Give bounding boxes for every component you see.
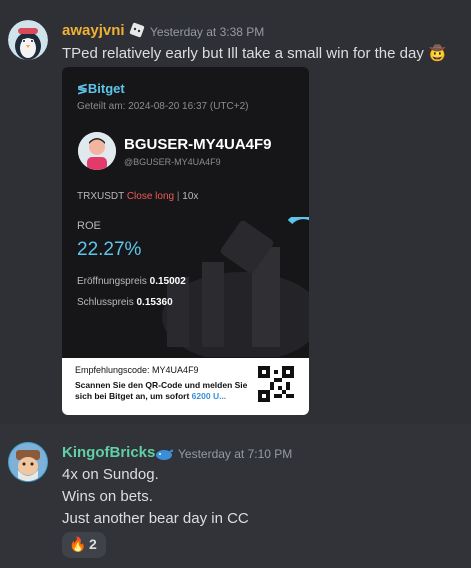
dice-icon xyxy=(129,22,145,38)
pair: TRXUSDT xyxy=(77,191,125,202)
message-line-1: 4x on Sundog. xyxy=(62,466,159,483)
avatar-kingofbricks[interactable] xyxy=(8,442,48,482)
close-price-row: Schlusspreis 0.15360 xyxy=(77,297,173,308)
referral-cta: Scannen Sie den QR-Code und melden Sie s… xyxy=(75,380,255,402)
user-avatar xyxy=(78,132,116,170)
open-price-value: 0.15002 xyxy=(149,276,186,287)
roe-value: 22.27% xyxy=(77,239,142,260)
shared-date: Geteilt am: 2024-08-20 16:37 (UTC+2) xyxy=(77,101,249,112)
brand-logo: ≶Bitget xyxy=(77,81,125,97)
message-text: TPed relatively early but Ill take a sma… xyxy=(62,44,447,62)
timestamp-2: Yesterday at 7:10 PM xyxy=(178,447,293,461)
whale-icon xyxy=(154,444,174,462)
card-username: BGUSER-MY4UA4F9 xyxy=(124,136,272,153)
cta-highlight: 6200 U... xyxy=(191,391,227,401)
open-price-row: Eröffnungspreis 0.15002 xyxy=(77,276,186,287)
image-attachment[interactable]: ≶Bitget Geteilt am: 2024-08-20 16:37 (UT… xyxy=(62,67,309,415)
author-name[interactable]: awayjvni xyxy=(62,22,125,39)
bitget-logo-icon: ≶ xyxy=(77,81,88,96)
author-name-2[interactable]: KingofBricks xyxy=(62,444,155,461)
referral-footer: Empfehlungscode: MY4UA4F9 Scannen Sie de… xyxy=(62,358,309,415)
open-price-label: Eröffnungspreis xyxy=(77,276,147,287)
roe-label: ROE xyxy=(77,220,101,232)
timestamp: Yesterday at 3:38 PM xyxy=(150,25,265,39)
close-price-label: Schlusspreis xyxy=(77,297,134,308)
message-line-3: Just another bear day in CC xyxy=(62,510,249,527)
fire-icon: 🔥 xyxy=(69,536,87,552)
reaction-count: 2 xyxy=(89,536,97,552)
close-price-value: 0.15360 xyxy=(136,297,173,308)
message-line-2: Wins on bets. xyxy=(62,488,153,505)
leverage: 10x xyxy=(182,191,199,202)
message-text-content: TPed relatively early but Ill take a sma… xyxy=(62,45,424,62)
reaction-fire[interactable]: 🔥 2 xyxy=(62,532,106,558)
cowboy-emoji: 🤠 xyxy=(428,45,447,62)
decorative-chart-graphic xyxy=(162,217,309,357)
trade-pair-row: TRXUSDT Close long | 10x xyxy=(77,191,199,202)
avatar-awayjvni[interactable] xyxy=(8,20,48,60)
referral-code: Empfehlungscode: MY4UA4F9 xyxy=(75,365,199,375)
brand-name: Bitget xyxy=(87,81,125,96)
card-handle: @BGUSER-MY4UA4F9 xyxy=(124,157,221,167)
qr-code-icon xyxy=(258,366,294,402)
position-type: Close long xyxy=(126,191,175,202)
